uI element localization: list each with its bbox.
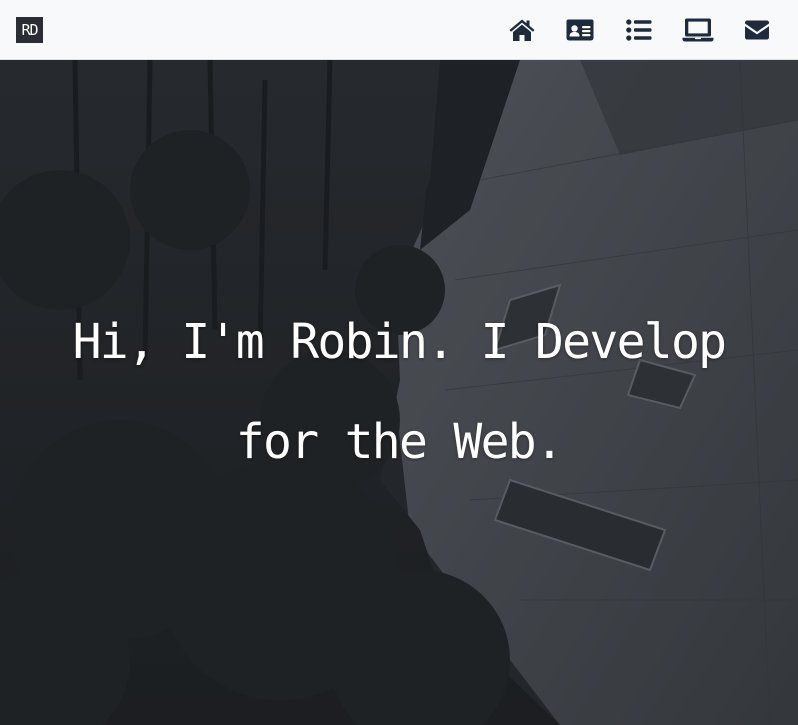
nav-menu <box>492 0 786 60</box>
nav-home-link[interactable] <box>492 0 551 60</box>
home-icon <box>508 18 536 42</box>
envelope-icon <box>744 20 770 40</box>
top-navbar: RD <box>0 0 798 60</box>
site-logo[interactable]: RD <box>16 17 43 43</box>
nav-resume-link[interactable] <box>610 0 669 60</box>
nav-portfolio-link[interactable] <box>669 0 728 60</box>
list-icon <box>626 19 652 41</box>
nav-contact-link[interactable] <box>727 0 786 60</box>
laptop-icon <box>682 18 714 42</box>
id-card-icon <box>566 19 594 41</box>
nav-about-link[interactable] <box>551 0 610 60</box>
hero-section: Hi, I'm Robin. I Develop for the Web. <box>0 60 798 725</box>
hero-headline: Hi, I'm Robin. I Develop for the Web. <box>72 314 727 470</box>
